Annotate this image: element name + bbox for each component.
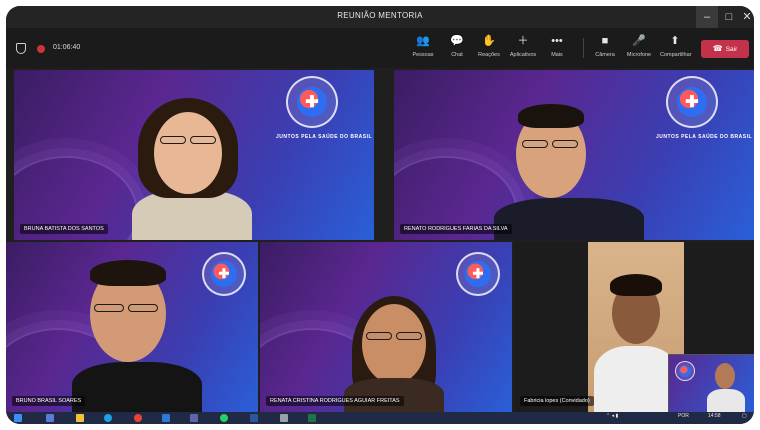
windows-start-icon[interactable]: [14, 414, 22, 422]
participant-name: Fabricia lopes (Convidado): [520, 396, 594, 406]
excel-icon[interactable]: [308, 414, 316, 422]
people-button[interactable]: 👥 Pessoas: [408, 34, 438, 64]
app-icon[interactable]: [280, 414, 288, 422]
outlook-icon[interactable]: [162, 414, 170, 422]
logo-text: JUNTOS PELA SAÚDE DO BRASIL: [656, 134, 753, 140]
participant-name: BRUNA BATISTA DOS SANTOS: [20, 224, 108, 234]
chat-button[interactable]: 💬 Chat: [442, 34, 472, 64]
participant-name: RENATO RODRIGUES FARIAS DA SILVA: [400, 224, 512, 234]
camera-label: Câmera: [595, 52, 615, 58]
task-view-icon[interactable]: [46, 414, 54, 422]
shield-icon: [16, 43, 26, 54]
self-view[interactable]: [668, 354, 754, 412]
chat-icon: 💬: [450, 35, 464, 47]
microphone-label: Microfone: [626, 52, 652, 58]
participant-name: RENATA CRISTINA RODRIGUES AGUIAR FREITAS: [266, 396, 404, 406]
chat-label: Chat: [451, 52, 463, 58]
camera-button[interactable]: ■ Câmera: [590, 34, 620, 64]
word-icon[interactable]: [250, 414, 258, 422]
participant-tile[interactable]: ✚ JUNTOS PELA SAÚDE DO BRASIL RENATO ROD…: [394, 70, 754, 240]
close-button[interactable]: ✕: [740, 6, 754, 28]
whatsapp-icon[interactable]: [220, 414, 228, 422]
minimize-button[interactable]: –: [696, 6, 718, 28]
reactions-icon: ✋: [482, 35, 496, 47]
share-button[interactable]: ⬆ Compartilhar: [660, 34, 692, 64]
meeting-toolbar: 01:06:40 👥 Pessoas 💬 Chat ✋ Reações ＋ Ap…: [6, 28, 754, 68]
avatar: [715, 363, 735, 389]
teams-window: REUNIÃO MENTORIA – □ ✕ 01:06:40 👥 Pessoa…: [6, 6, 754, 424]
more-icon: •••: [551, 35, 563, 47]
logo-icon: ✚: [666, 76, 718, 128]
notifications-icon[interactable]: ▢: [742, 413, 747, 419]
edge-icon[interactable]: [104, 414, 112, 422]
teams-icon[interactable]: [190, 414, 198, 422]
microphone-button[interactable]: 🎤 Microfone: [624, 34, 654, 64]
reactions-label: Reações: [478, 52, 500, 58]
logo-icon: ✚: [456, 252, 500, 296]
avatar: [154, 112, 222, 194]
participant-tile[interactable]: ✚ JUNTOS PELA SAÚDE DO BRASIL BRUNA BATI…: [14, 70, 374, 240]
maximize-button[interactable]: □: [718, 6, 740, 28]
language-indicator[interactable]: POR: [678, 413, 689, 419]
participant-tile[interactable]: ✚ BRUNO BRASIL SOARES: [6, 242, 258, 412]
window-title: REUNIÃO MENTORIA: [337, 11, 423, 20]
more-button[interactable]: ••• Mais: [542, 34, 572, 64]
share-icon: ⬆: [670, 35, 680, 47]
more-label: Mais: [551, 52, 563, 58]
windows-taskbar: ⌃ ◂ ▮ POR 14:58 ▢: [6, 412, 754, 424]
tray-icons[interactable]: ⌃ ◂ ▮: [606, 413, 618, 419]
apps-icon: ＋: [517, 35, 529, 47]
people-icon: 👥: [416, 35, 430, 47]
title-bar: REUNIÃO MENTORIA – □ ✕: [6, 6, 754, 28]
apps-button[interactable]: ＋ Aplicativos: [508, 34, 538, 64]
chrome-icon[interactable]: [134, 414, 142, 422]
logo-icon: ✚: [202, 252, 246, 296]
participant-name: BRUNO BRASIL SOARES: [12, 396, 86, 406]
hang-up-icon: ☎: [712, 44, 723, 53]
leave-label: Sair: [725, 46, 738, 53]
people-label: Pessoas: [412, 52, 434, 58]
apps-label: Aplicativos: [509, 52, 537, 58]
camera-icon: ■: [601, 35, 609, 47]
file-explorer-icon[interactable]: [76, 414, 84, 422]
logo-icon: [675, 361, 695, 381]
logo-icon: ✚: [286, 76, 338, 128]
meeting-timer: 01:06:40: [53, 44, 81, 51]
share-label: Compartilhar: [660, 52, 692, 58]
participant-tile[interactable]: ✚ RENATA CRISTINA RODRIGUES AGUIAR FREIT…: [260, 242, 512, 412]
microphone-icon: 🎤: [632, 35, 646, 47]
reactions-button[interactable]: ✋ Reações: [474, 34, 504, 64]
logo-text: JUNTOS PELA SAÚDE DO BRASIL: [276, 134, 373, 140]
recording-icon: [37, 45, 45, 53]
clock[interactable]: 14:58: [708, 413, 721, 419]
avatar: [362, 304, 426, 384]
participant-tile[interactable]: Fabricia lopes (Convidado): [514, 242, 754, 412]
toolbar-divider: [583, 38, 584, 58]
leave-button[interactable]: ☎ Sair: [701, 40, 749, 58]
